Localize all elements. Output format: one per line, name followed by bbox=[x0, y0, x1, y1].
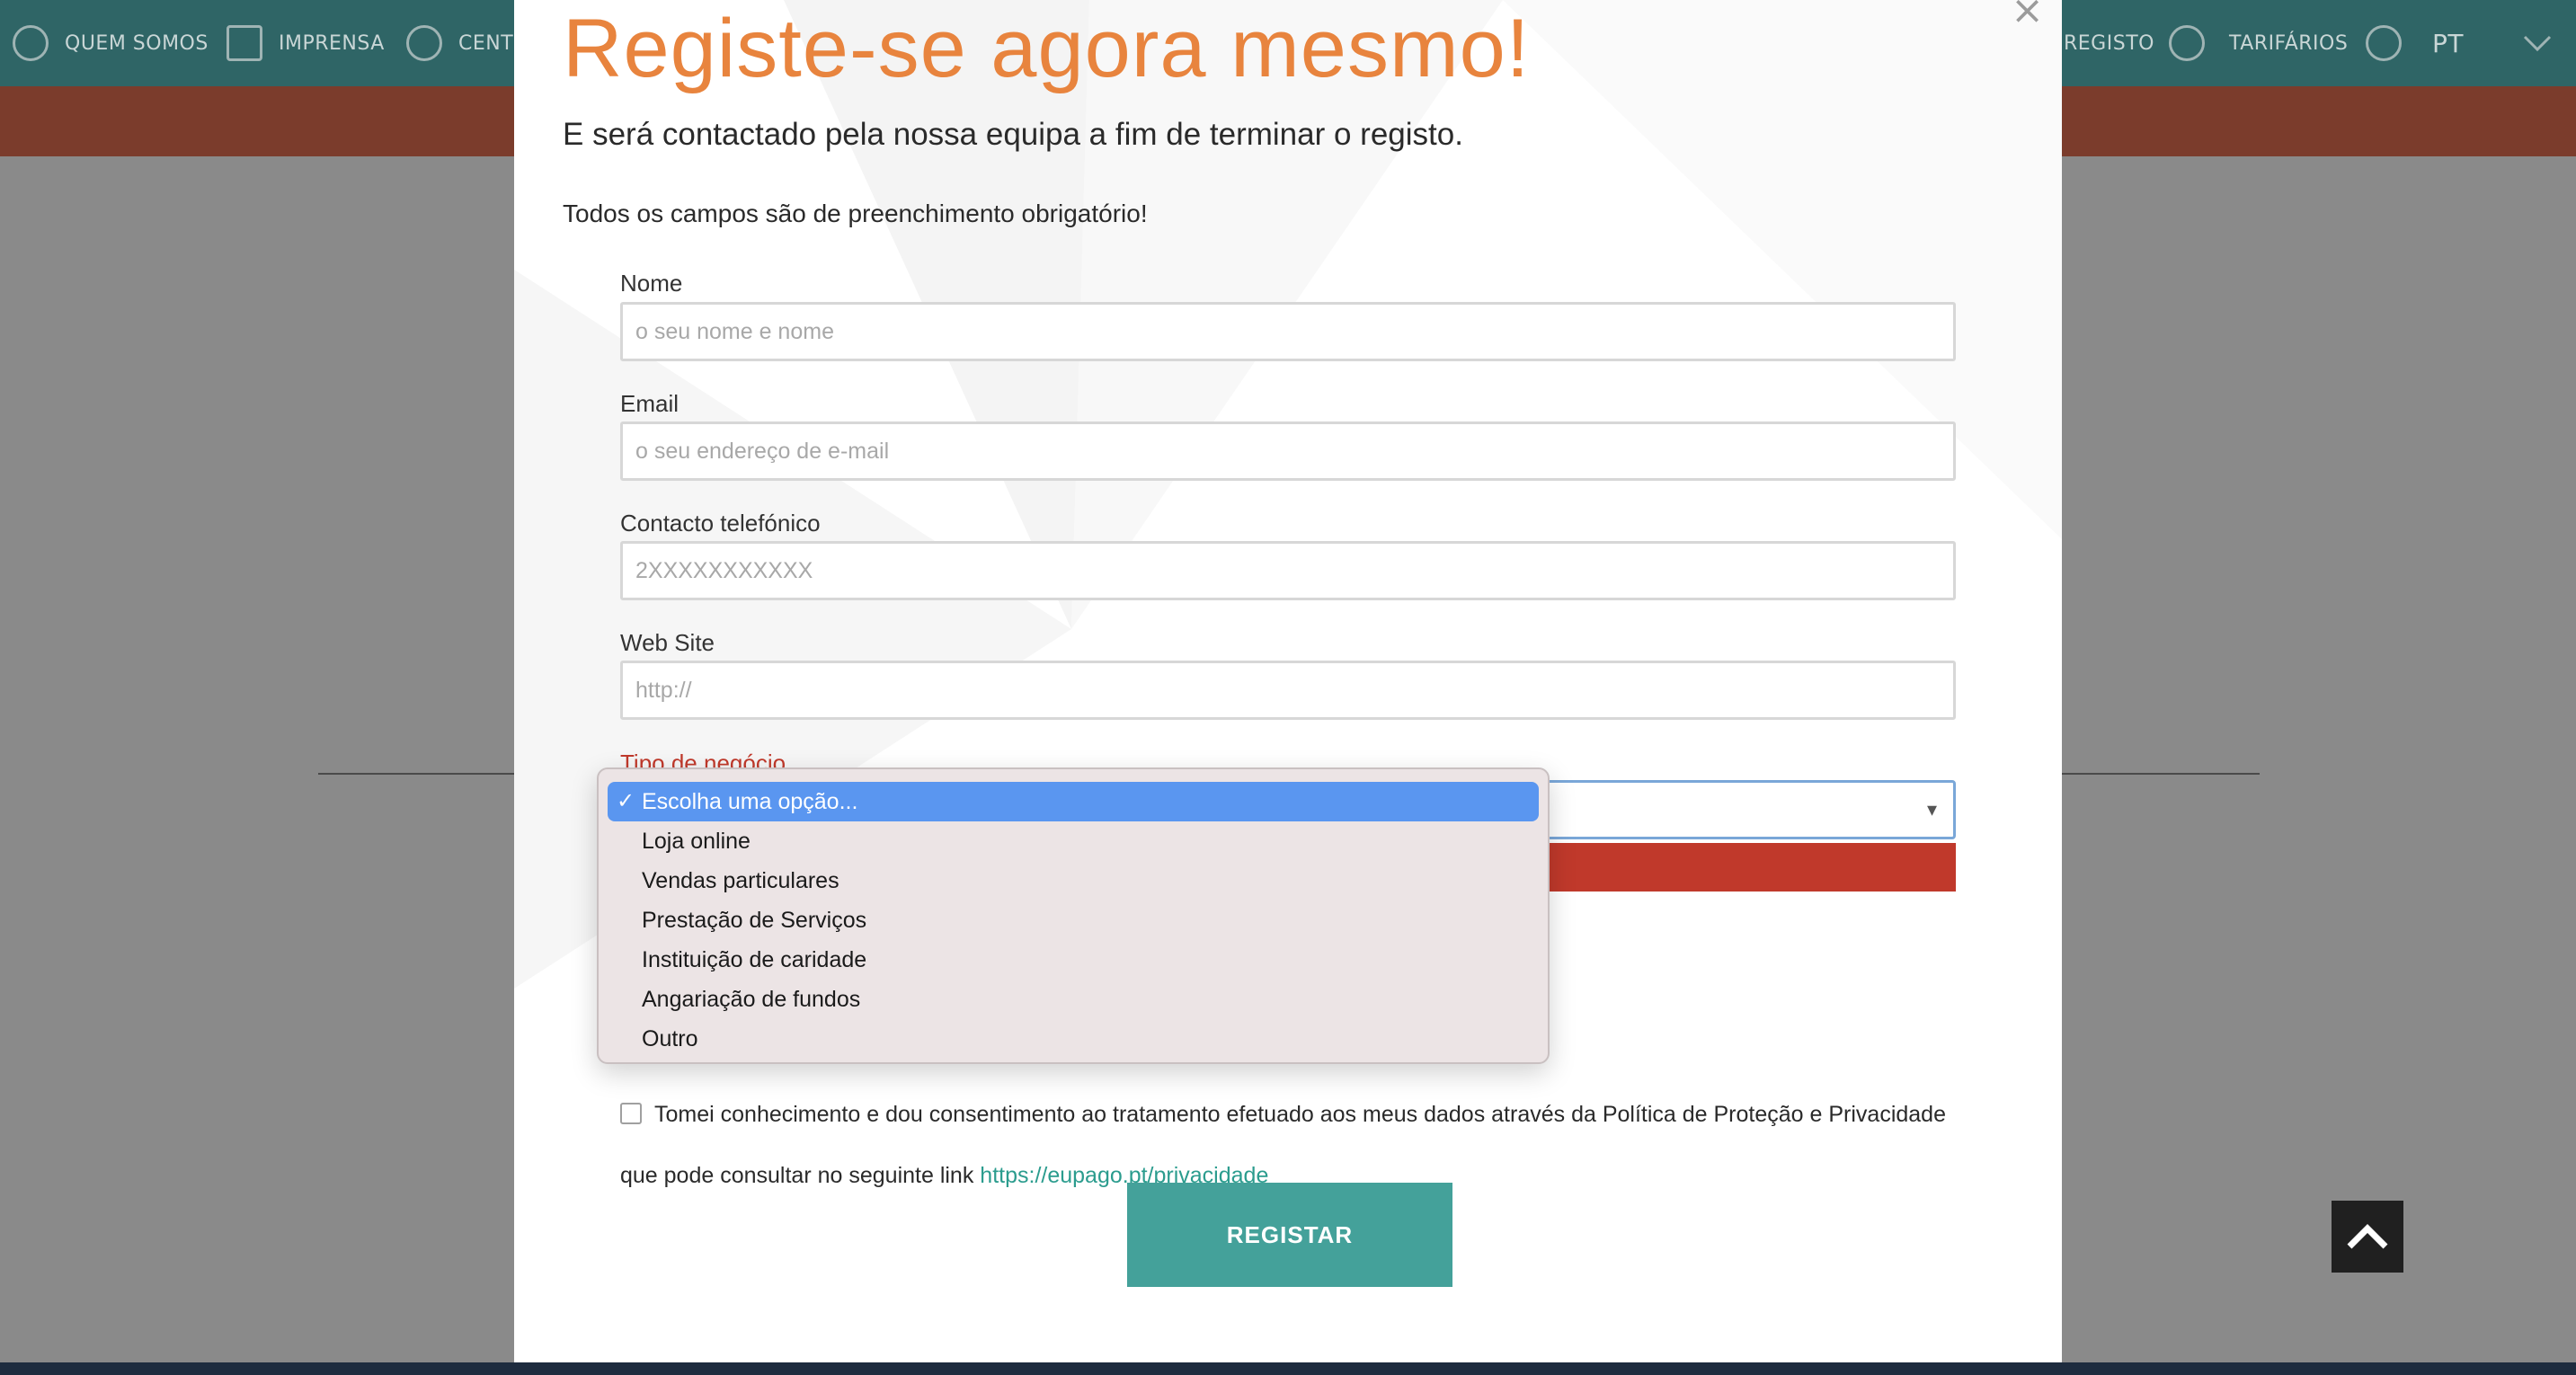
headset-icon bbox=[406, 25, 442, 61]
nav-label: CENT bbox=[458, 31, 514, 55]
register-button[interactable]: REGISTAR bbox=[1127, 1183, 1452, 1287]
nav-label: QUEM SOMOS bbox=[65, 31, 209, 55]
phone-input[interactable] bbox=[620, 541, 1956, 600]
language-label: PT bbox=[2432, 28, 2464, 58]
chevron-down-icon: ▾ bbox=[1926, 799, 1937, 821]
name-input[interactable] bbox=[620, 302, 1956, 361]
language-selector[interactable]: PT bbox=[2432, 0, 2464, 86]
dropdown-option[interactable]: Prestação de Serviços bbox=[608, 900, 1539, 940]
nav-item-quem-somos[interactable]: QUEM SOMOS bbox=[13, 0, 209, 86]
phone-label: Contacto telefónico bbox=[620, 510, 821, 537]
nav-item-tarifarios[interactable]: TARIFÁRIOS bbox=[2229, 0, 2403, 86]
email-input[interactable] bbox=[620, 421, 1956, 481]
consent-checkbox[interactable] bbox=[620, 1103, 642, 1124]
newspaper-icon bbox=[227, 25, 262, 61]
leaf-icon bbox=[13, 25, 49, 61]
website-input[interactable] bbox=[620, 661, 1956, 720]
nav-label: IMPRENSA bbox=[279, 31, 385, 55]
consent-text: Tomei conhecimento e dou consentimento a… bbox=[620, 1102, 1946, 1188]
euro-icon bbox=[2366, 25, 2403, 61]
option-label: Vendas particulares bbox=[642, 868, 839, 893]
option-label: Angariação de fundos bbox=[642, 987, 861, 1012]
dropdown-option[interactable]: ✓ Escolha uma opção... bbox=[608, 782, 1539, 821]
option-label: Instituição de caridade bbox=[642, 947, 867, 972]
divider-left bbox=[318, 773, 514, 775]
option-label: Escolha uma opção... bbox=[642, 789, 858, 814]
nav-item-centro[interactable]: CENT bbox=[406, 0, 513, 86]
back-to-top-button[interactable] bbox=[2332, 1201, 2403, 1273]
footer-band bbox=[0, 1362, 2576, 1375]
checkmark-icon: ✓ bbox=[617, 789, 635, 813]
website-label: Web Site bbox=[620, 629, 715, 656]
registration-modal: × Registe-se agora mesmo! E será contact… bbox=[514, 0, 2062, 1362]
modal-title: Registe-se agora mesmo! bbox=[563, 3, 1531, 94]
dropdown-option[interactable]: Vendas particulares bbox=[608, 861, 1539, 900]
option-label: Prestação de Serviços bbox=[642, 908, 867, 933]
dropdown-option[interactable]: Angariação de fundos bbox=[608, 980, 1539, 1019]
nav-item-registo[interactable]: REGISTO bbox=[2064, 0, 2205, 86]
chevron-down-icon[interactable] bbox=[2522, 0, 2553, 86]
dropdown-option[interactable]: Outro bbox=[608, 1019, 1539, 1059]
email-label: Email bbox=[620, 390, 680, 417]
divider-right bbox=[2062, 773, 2260, 775]
nav-label: REGISTO bbox=[2064, 31, 2154, 55]
add-user-icon bbox=[2168, 25, 2205, 61]
nav-item-imprensa[interactable]: IMPRENSA bbox=[227, 0, 385, 86]
dropdown-option[interactable]: Instituição de caridade bbox=[608, 940, 1539, 980]
business-type-dropdown: ✓ Escolha uma opção... Loja online Venda… bbox=[597, 767, 1550, 1064]
name-label: Nome bbox=[620, 270, 683, 297]
required-note: Todos os campos são de preenchimento obr… bbox=[563, 200, 1148, 227]
option-label: Loja online bbox=[642, 829, 751, 854]
chevron-up-icon bbox=[2347, 1224, 2388, 1249]
dropdown-option[interactable]: Loja online bbox=[608, 821, 1539, 861]
option-label: Outro bbox=[642, 1026, 698, 1051]
nav-label: TARIFÁRIOS bbox=[2229, 31, 2349, 55]
modal-subtitle: E será contactado pela nossa equipa a fi… bbox=[563, 117, 1463, 152]
close-button[interactable]: × bbox=[2011, 0, 2044, 33]
